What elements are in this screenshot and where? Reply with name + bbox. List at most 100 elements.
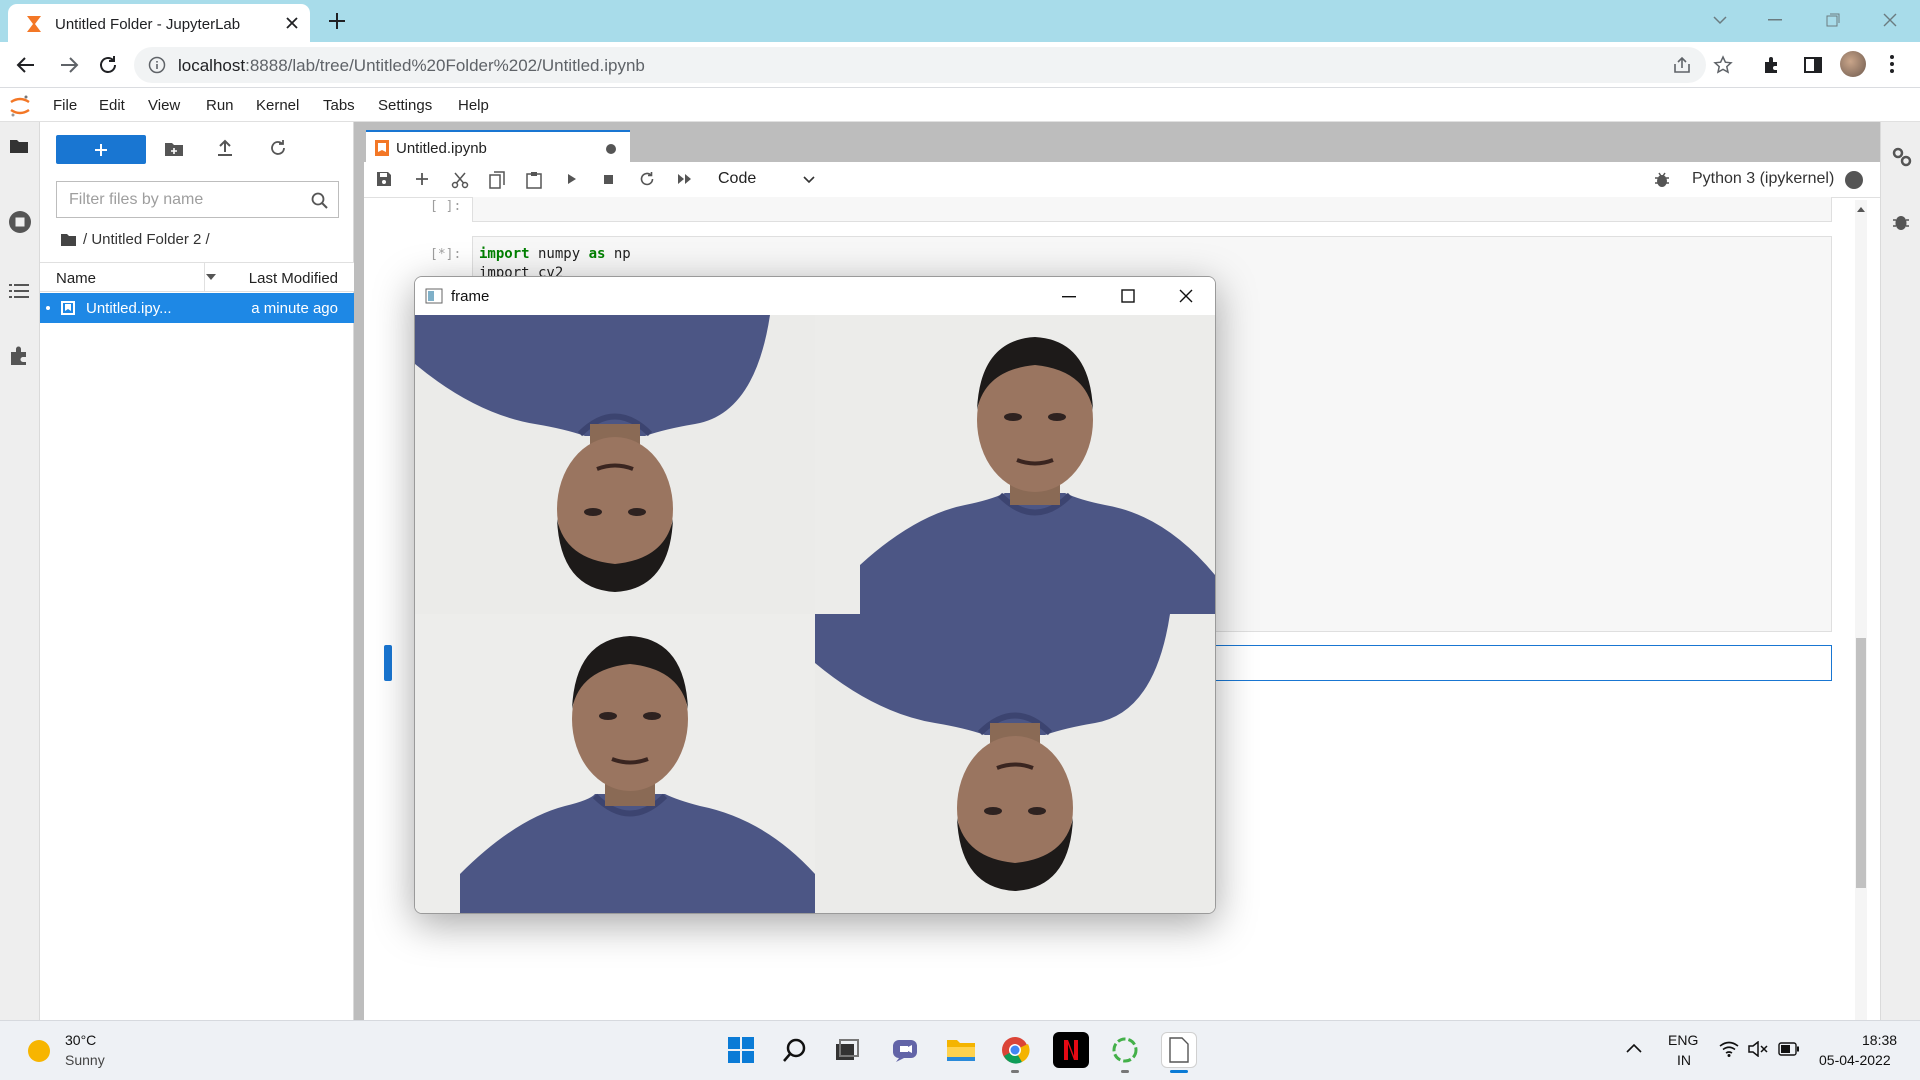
running-kernels-icon[interactable] xyxy=(8,210,32,234)
menu-kernel[interactable]: Kernel xyxy=(256,97,299,114)
site-info-icon[interactable] xyxy=(148,56,166,74)
battery-icon[interactable] xyxy=(1778,1042,1800,1056)
menu-help[interactable]: Help xyxy=(458,97,489,114)
cell1-prompt: [ ]: xyxy=(430,199,462,214)
file-browser-folder-icon[interactable] xyxy=(9,138,29,154)
frame-minimize-icon[interactable] xyxy=(1062,290,1076,302)
menu-run[interactable]: Run xyxy=(206,97,234,114)
filter-files-input[interactable]: Filter files by name xyxy=(56,181,339,218)
refresh-icon[interactable] xyxy=(269,139,287,157)
menu-file[interactable]: File xyxy=(53,97,77,114)
jupyter-app-icon[interactable] xyxy=(1107,1032,1143,1068)
panel-splitter[interactable] xyxy=(354,122,364,1020)
scrollbar-track[interactable] xyxy=(1855,200,1867,1020)
active-cell-collapser[interactable] xyxy=(384,645,392,681)
tab-search-icon[interactable] xyxy=(1705,8,1735,32)
frame-close-icon[interactable] xyxy=(1179,289,1193,303)
column-name[interactable]: Name xyxy=(56,270,96,287)
extensions-icon[interactable] xyxy=(1762,55,1782,75)
weather-desc[interactable]: Sunny xyxy=(65,1052,105,1068)
menu-settings[interactable]: Settings xyxy=(378,97,432,114)
file-name: Untitled.ipy... xyxy=(86,300,172,317)
search-taskbar-icon[interactable] xyxy=(777,1032,813,1068)
address-bar[interactable]: localhost:8888/lab/tree/Untitled%20Folde… xyxy=(134,47,1706,83)
sort-caret-icon[interactable] xyxy=(206,274,216,280)
menu-edit[interactable]: Edit xyxy=(99,97,125,114)
netflix-icon[interactable] xyxy=(1053,1032,1089,1068)
opencv-frame-window[interactable]: frame xyxy=(414,276,1216,914)
save-icon[interactable] xyxy=(376,171,392,187)
back-icon[interactable] xyxy=(15,54,37,76)
frame-titlebar[interactable]: frame xyxy=(415,277,1215,315)
jupyter-running-indicator xyxy=(1121,1070,1129,1073)
file-explorer-icon[interactable] xyxy=(943,1032,979,1068)
property-inspector-icon[interactable] xyxy=(1891,146,1913,168)
run-icon[interactable] xyxy=(565,171,579,187)
copy-icon[interactable] xyxy=(489,171,505,189)
frame-title: frame xyxy=(451,288,490,305)
browser-menu-icon[interactable] xyxy=(1889,54,1895,74)
scrollbar-thumb[interactable] xyxy=(1856,638,1866,888)
volume-muted-icon[interactable] xyxy=(1748,1041,1770,1057)
camera-quadrant-normal-left xyxy=(415,614,815,913)
profile-avatar[interactable] xyxy=(1840,51,1866,77)
clock-time[interactable]: 18:38 xyxy=(1862,1032,1897,1048)
home-folder-icon[interactable] xyxy=(60,233,77,247)
chrome-icon[interactable] xyxy=(997,1032,1033,1068)
wifi-icon[interactable] xyxy=(1719,1041,1739,1057)
notebook-tab[interactable]: Untitled.ipynb xyxy=(366,130,630,162)
cell-type-chevron-icon[interactable] xyxy=(803,176,815,184)
kernel-name[interactable]: Python 3 (ipykernel) xyxy=(1692,170,1834,188)
opencv-frame-taskbar-icon[interactable] xyxy=(1161,1032,1197,1068)
menu-tabs[interactable]: Tabs xyxy=(323,97,355,114)
restore-icon[interactable] xyxy=(1818,8,1848,32)
close-window-icon[interactable] xyxy=(1875,8,1905,32)
clock-date[interactable]: 05-04-2022 xyxy=(1819,1052,1891,1068)
running-dot-icon xyxy=(46,306,50,310)
stop-icon[interactable] xyxy=(602,171,616,187)
side-panel-icon[interactable] xyxy=(1803,55,1823,75)
windows-start-icon[interactable] xyxy=(723,1032,759,1068)
language-region[interactable]: IN xyxy=(1677,1052,1691,1068)
kernel-busy-indicator xyxy=(1845,171,1863,189)
cell-type-select[interactable]: Code xyxy=(718,170,756,188)
new-folder-icon[interactable] xyxy=(164,140,184,158)
weather-sun-icon[interactable] xyxy=(28,1040,50,1062)
restart-run-all-icon[interactable] xyxy=(676,171,694,187)
debugger-icon[interactable] xyxy=(1892,212,1910,232)
close-tab-icon[interactable] xyxy=(284,15,300,31)
breadcrumb[interactable]: / Untitled Folder 2 / xyxy=(60,231,210,248)
browser-tab[interactable]: Untitled Folder - JupyterLab xyxy=(8,4,310,42)
new-launcher-button[interactable] xyxy=(56,135,146,164)
show-hidden-icons-chevron[interactable] xyxy=(1625,1042,1643,1054)
camera-frame-grid xyxy=(415,315,1215,913)
debugger-bug-icon[interactable] xyxy=(1654,171,1670,189)
restart-icon[interactable] xyxy=(639,171,655,187)
table-of-contents-icon[interactable] xyxy=(9,282,29,300)
cell1-input[interactable] xyxy=(472,197,1832,222)
task-view-icon[interactable] xyxy=(829,1032,865,1068)
weather-temp[interactable]: 30°C xyxy=(65,1032,96,1048)
minimize-icon[interactable] xyxy=(1760,8,1790,32)
jupyter-logo-icon xyxy=(9,94,31,118)
extension-manager-icon[interactable] xyxy=(8,344,30,366)
frame-maximize-icon[interactable] xyxy=(1121,289,1135,303)
new-tab-icon[interactable] xyxy=(326,10,348,32)
share-icon[interactable] xyxy=(1672,56,1692,74)
upload-icon[interactable] xyxy=(216,139,234,157)
insert-cell-icon[interactable] xyxy=(414,171,430,187)
reload-icon[interactable] xyxy=(97,54,119,76)
unsaved-dot-icon[interactable] xyxy=(606,144,616,154)
language-code[interactable]: ENG xyxy=(1668,1032,1698,1048)
forward-icon[interactable] xyxy=(58,54,80,76)
teams-chat-icon[interactable] xyxy=(887,1032,923,1068)
bookmark-star-icon[interactable] xyxy=(1713,55,1733,75)
column-last-modified[interactable]: Last Modified xyxy=(249,270,338,287)
file-row-selected[interactable]: Untitled.ipy... a minute ago xyxy=(40,293,354,323)
menu-view[interactable]: View xyxy=(148,97,180,114)
breadcrumb-path[interactable]: / Untitled Folder 2 / xyxy=(83,231,210,248)
chrome-running-indicator xyxy=(1011,1070,1019,1073)
cut-icon[interactable] xyxy=(451,171,469,189)
scroll-up-icon[interactable] xyxy=(1857,206,1865,212)
paste-icon[interactable] xyxy=(526,171,542,189)
